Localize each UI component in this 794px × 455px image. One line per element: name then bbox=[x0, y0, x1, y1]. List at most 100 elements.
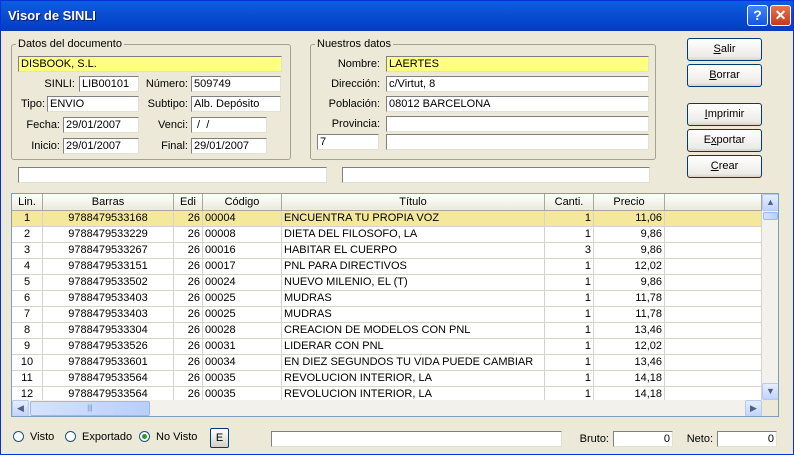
sinli-field[interactable]: LIB00101 bbox=[79, 76, 139, 92]
cell-barras: 9788479533601 bbox=[43, 355, 174, 371]
help-button[interactable]: ? bbox=[747, 5, 768, 26]
final-field[interactable]: 29/01/2007 bbox=[191, 138, 267, 154]
table-row[interactable]: 4 9788479533151 26 00017 PNL PARA DIRECTIVOS… bbox=[12, 259, 762, 275]
col-header-lin[interactable]: Lin. bbox=[12, 194, 43, 211]
cell-empty bbox=[665, 339, 762, 355]
visto-radio[interactable] bbox=[13, 431, 24, 442]
col-header-codigo[interactable]: Código bbox=[203, 194, 282, 211]
cell-empty bbox=[665, 307, 762, 323]
cell-barras: 9788479533267 bbox=[43, 243, 174, 259]
provincia-label: Provincia: bbox=[331, 118, 380, 130]
cell-precio: 12,02 bbox=[594, 339, 665, 355]
provincia-field[interactable] bbox=[386, 116, 649, 132]
tipo-field[interactable]: ENVIO bbox=[47, 96, 139, 112]
info-field-left[interactable] bbox=[18, 167, 327, 183]
bruto-field[interactable]: 0 bbox=[613, 431, 673, 447]
cell-edi: 26 bbox=[174, 227, 203, 243]
cell-precio: 9,86 bbox=[594, 227, 665, 243]
exportado-radio[interactable] bbox=[65, 431, 76, 442]
col-header-titulo[interactable]: Título bbox=[282, 194, 545, 211]
cell-precio: 9,86 bbox=[594, 275, 665, 291]
cell-lin: 4 bbox=[12, 259, 43, 275]
cell-barras: 9788479533229 bbox=[43, 227, 174, 243]
visto-label: Visto bbox=[30, 431, 55, 443]
imprimir-button[interactable]: Imprimir bbox=[687, 103, 762, 126]
lines-grid[interactable]: Lin. Barras Edi Código Título Canti. Pre… bbox=[11, 193, 779, 417]
exportar-button[interactable]: Exportar bbox=[687, 129, 762, 152]
cell-cantidad: 1 bbox=[545, 371, 594, 387]
cell-precio: 11,78 bbox=[594, 291, 665, 307]
table-row[interactable]: 2 9788479533229 26 00008 DIETA DEL FILOSOFO,… bbox=[12, 227, 762, 243]
cell-codigo: 00028 bbox=[203, 323, 282, 339]
cell-cantidad: 1 bbox=[545, 211, 594, 227]
table-row[interactable]: 9 9788479533526 26 00031 LIDERAR CON PNL 1 12,… bbox=[12, 339, 762, 355]
close-button[interactable]: ✕ bbox=[770, 5, 791, 26]
vertical-scroll-thumb[interactable] bbox=[763, 212, 778, 220]
table-row[interactable]: 8 9788479533304 26 00028 CREACION DE MODELOS… bbox=[12, 323, 762, 339]
window-title: Visor de SINLI bbox=[8, 8, 96, 23]
salir-button[interactable]: Salir bbox=[687, 38, 762, 61]
table-row[interactable]: 10 9788479533601 26 00034 EN DIEZ SEGUNDOS T… bbox=[12, 355, 762, 371]
cell-titulo: EN DIEZ SEGUNDOS TU VIDA PUEDE CAMBIAR bbox=[282, 355, 545, 371]
info-field-right[interactable] bbox=[342, 167, 650, 183]
scroll-down-icon[interactable]: ▼ bbox=[762, 383, 778, 400]
sinli-label: SINLI: bbox=[44, 78, 75, 90]
table-row[interactable]: 3 9788479533267 26 00016 HABITAR EL CUERPO 3 9… bbox=[12, 243, 762, 259]
horizontal-scrollbar[interactable]: ◀ ||| ▶ bbox=[12, 400, 762, 416]
scroll-up-icon[interactable]: ▲ bbox=[762, 194, 778, 211]
e-button[interactable]: E bbox=[210, 428, 229, 448]
emisor-field[interactable]: DISBOOK, S.L. bbox=[18, 56, 282, 72]
col-header-cantidad[interactable]: Canti. bbox=[545, 194, 594, 211]
extra-field[interactable] bbox=[386, 134, 649, 150]
grid-header: Lin. Barras Edi Código Título Canti. Pre… bbox=[12, 194, 762, 211]
inicio-label: Inicio: bbox=[31, 140, 60, 152]
crear-button[interactable]: Crear bbox=[687, 155, 762, 178]
bruto-label: Bruto: bbox=[579, 433, 609, 445]
col-header-precio[interactable]: Precio bbox=[594, 194, 665, 211]
venci-field[interactable]: / / bbox=[191, 117, 267, 133]
no-visto-radio[interactable] bbox=[139, 431, 150, 442]
scroll-left-icon[interactable]: ◀ bbox=[12, 400, 29, 416]
borrar-button[interactable]: Borrar bbox=[687, 64, 762, 87]
table-row[interactable]: 11 9788479533564 26 00035 REVOLUCION INTERIO… bbox=[12, 371, 762, 387]
table-row[interactable]: 5 9788479533502 26 00024 NUEVO MILENIO, EL (… bbox=[12, 275, 762, 291]
table-row[interactable]: 1 9788479533168 26 00004 ENCUENTRA TU PROPIA… bbox=[12, 211, 762, 227]
direccion-field[interactable]: c/Virtut, 8 bbox=[386, 76, 649, 92]
col-header-barras[interactable]: Barras bbox=[43, 194, 174, 211]
cell-titulo: NUEVO MILENIO, EL (T) bbox=[282, 275, 545, 291]
numero-field[interactable]: 509749 bbox=[191, 76, 281, 92]
cell-lin: 7 bbox=[12, 307, 43, 323]
cell-lin: 5 bbox=[12, 275, 43, 291]
col-header-empty bbox=[665, 194, 762, 211]
scroll-right-icon[interactable]: ▶ bbox=[745, 400, 762, 416]
poblacion-field[interactable]: 08012 BARCELONA bbox=[386, 96, 649, 112]
cell-cantidad: 1 bbox=[545, 307, 594, 323]
neto-field[interactable]: 0 bbox=[717, 431, 777, 447]
cell-cantidad: 1 bbox=[545, 259, 594, 275]
subtipo-field[interactable]: Alb. Depósito bbox=[191, 96, 281, 112]
cell-cantidad: 3 bbox=[545, 243, 594, 259]
cell-empty bbox=[665, 227, 762, 243]
nombre-field[interactable]: LAERTES bbox=[386, 56, 649, 72]
cell-codigo: 00025 bbox=[203, 307, 282, 323]
cell-lin: 1 bbox=[12, 211, 43, 227]
codigo-field[interactable]: 7 bbox=[317, 134, 379, 150]
cell-titulo: REVOLUCION INTERIOR, LA bbox=[282, 371, 545, 387]
vertical-scrollbar[interactable]: ▲ ▼ bbox=[762, 194, 778, 400]
horizontal-scroll-thumb[interactable]: ||| bbox=[30, 401, 150, 416]
table-row[interactable]: 6 9788479533403 26 00025 MUDRAS 1 11,78 bbox=[12, 291, 762, 307]
table-row[interactable]: 7 9788479533403 26 00025 MUDRAS 1 11,78 bbox=[12, 307, 762, 323]
cell-empty bbox=[665, 259, 762, 275]
cell-codigo: 00008 bbox=[203, 227, 282, 243]
cell-titulo: LIDERAR CON PNL bbox=[282, 339, 545, 355]
status-field[interactable] bbox=[271, 431, 562, 447]
cell-titulo: MUDRAS bbox=[282, 291, 545, 307]
cell-cantidad: 1 bbox=[545, 323, 594, 339]
fecha-field[interactable]: 29/01/2007 bbox=[63, 117, 139, 133]
numero-label: Número: bbox=[145, 78, 188, 90]
cell-lin: 6 bbox=[12, 291, 43, 307]
document-data-legend: Datos del documento bbox=[18, 38, 122, 50]
no-visto-label: No Visto bbox=[156, 431, 198, 443]
inicio-field[interactable]: 29/01/2007 bbox=[63, 138, 139, 154]
col-header-edi[interactable]: Edi bbox=[174, 194, 203, 211]
